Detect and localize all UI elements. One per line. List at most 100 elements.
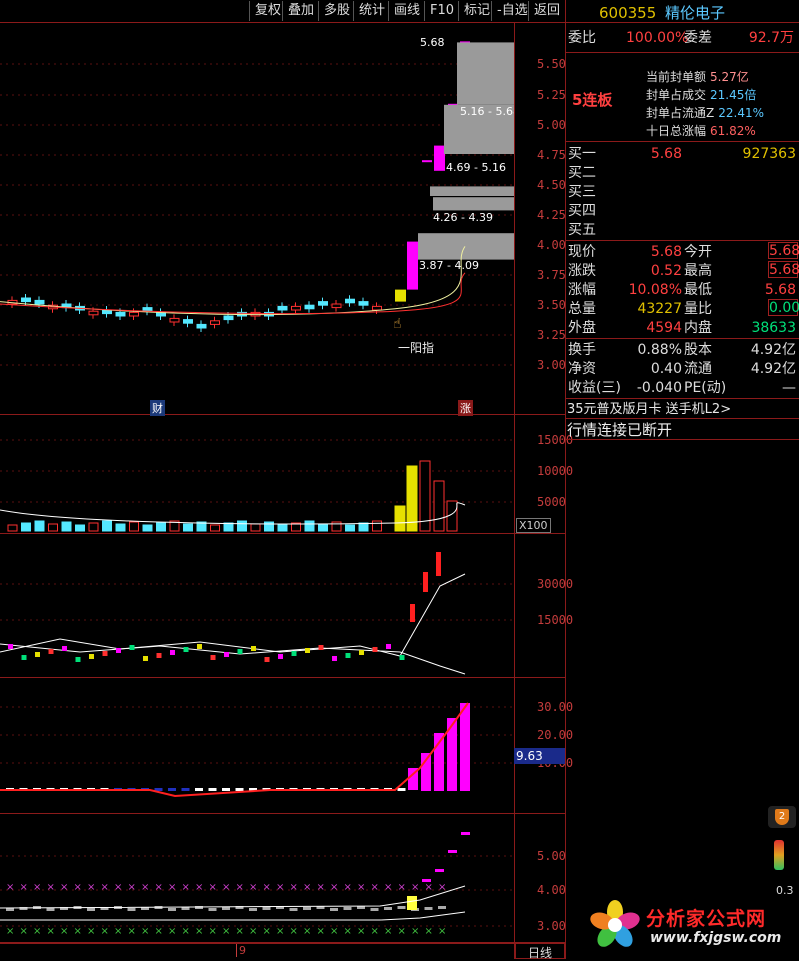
cross-marker: × — [236, 926, 244, 937]
annotation-label: 一阳指 — [398, 341, 435, 355]
axis-tick-label: 3.75 — [537, 268, 566, 282]
indicator2-axis: 30.0020.0010.00 — [515, 678, 573, 813]
month-marker: 9 — [236, 944, 246, 957]
axis-tick-label: 4.00 — [537, 238, 566, 252]
indicator-bar — [249, 908, 257, 911]
indicator-line — [0, 885, 466, 909]
indicator-dot — [399, 655, 405, 660]
indicator-dot — [359, 650, 364, 655]
volume-bar — [250, 523, 261, 532]
axis-tick-label: 4.75 — [537, 148, 566, 162]
quote-label: 最高 — [684, 263, 712, 279]
candle — [196, 320, 207, 332]
indicator-dot — [156, 653, 162, 658]
info-separator — [566, 52, 799, 53]
candle — [169, 314, 180, 326]
indicator-chart-1[interactable] — [0, 534, 514, 677]
fundamental-value: -0.040 — [636, 380, 682, 396]
cross-marker: × — [317, 926, 325, 937]
ad-link[interactable]: 35元普及版月卡 送手机L2> — [567, 400, 731, 420]
period-button[interactable]: 日线 — [515, 943, 565, 960]
volume-bar — [88, 522, 99, 532]
candle — [304, 301, 315, 313]
toolbar-button[interactable]: F10 — [424, 1, 459, 21]
volume-chart[interactable] — [0, 415, 514, 533]
indicator-bar — [370, 908, 379, 911]
cross-marker: × — [317, 882, 325, 893]
indicator-chart-3[interactable]: × × × × × × × × × × × × × × × × × × × × × × × × × × × × × × × × × × × × × × × ×… — [0, 814, 514, 942]
cross-marker: × — [438, 882, 446, 893]
limit-up-marker[interactable]: 涨 — [458, 400, 473, 416]
cross-marker: × — [303, 882, 311, 893]
finance-marker[interactable]: 财 — [150, 400, 165, 416]
seal-stat-label: 封单占流通Z — [646, 106, 715, 120]
indicator-bar — [461, 832, 470, 835]
indicator-dot — [372, 647, 378, 652]
axis-tick-label: 4.25 — [537, 208, 566, 222]
quote-label: 内盘 — [684, 320, 712, 336]
indicator-bar — [384, 907, 392, 910]
gap-box — [457, 42, 514, 105]
quote-label: 总量 — [568, 301, 596, 317]
indicator-bar — [448, 850, 457, 853]
indicator-bar — [235, 788, 244, 791]
indicator-bar — [410, 604, 415, 622]
fundamental-value: — — [782, 380, 796, 396]
cross-marker: × — [371, 926, 379, 937]
volume-bar — [372, 520, 382, 532]
indicator-bar — [87, 908, 95, 911]
toolbar-button[interactable]: 复权 — [249, 1, 286, 21]
ad-text: 35元普及版月卡 送手机L2> — [567, 402, 732, 417]
toolbar-button[interactable]: 叠加 — [282, 1, 319, 21]
axis-tick-label: 4.50 — [537, 178, 566, 192]
lianban-tag: 5连板 — [572, 91, 613, 109]
indicator-bar — [438, 906, 446, 909]
seal-stat-value: 61.82% — [710, 124, 756, 138]
toolbar-button[interactable]: 返回 — [528, 1, 565, 21]
buy-level-price — [626, 163, 682, 183]
axis-tick-label: 3.50 — [537, 298, 566, 312]
toolbar-button[interactable]: -自选 — [491, 1, 533, 21]
indicator-dot — [8, 644, 13, 649]
indicator-dot — [291, 651, 297, 656]
volume-bar — [115, 523, 126, 532]
toolbar-button[interactable]: 画线 — [388, 1, 425, 21]
indicator-dot — [237, 649, 243, 654]
volume-bar — [21, 522, 31, 532]
cross-marker: × — [384, 926, 392, 937]
buy-level-volume — [716, 220, 796, 240]
cross-marker: × — [411, 882, 419, 893]
indicator-dot — [48, 649, 54, 654]
volume-bar — [183, 523, 193, 532]
cross-marker: × — [290, 882, 298, 893]
axis-tick-label: 3.00 — [537, 358, 566, 372]
indicator-dot — [183, 647, 189, 652]
cross-marker: × — [20, 926, 28, 937]
time-axis: 9 — [0, 943, 514, 960]
indicator-bar — [181, 788, 190, 791]
cross-marker: × — [168, 882, 176, 893]
volume-bar — [129, 521, 139, 532]
cross-marker: × — [263, 926, 271, 937]
candle — [102, 306, 112, 318]
indicator-chart-2[interactable] — [0, 678, 514, 813]
volume-unit: X100 — [516, 518, 551, 533]
fundamental-label: 收益(三) — [568, 380, 621, 396]
toolbar-button[interactable]: 标记 — [458, 1, 495, 21]
cross-marker: × — [47, 882, 55, 893]
fundamental-value: 4.92亿 — [750, 342, 796, 358]
indicator-bar — [168, 788, 176, 791]
axis-tick-label: 3.25 — [537, 328, 566, 342]
cross-marker: × — [411, 926, 419, 937]
seal-stat-value: 5.27亿 — [710, 70, 749, 84]
candle — [345, 295, 355, 307]
volume-bar — [345, 524, 355, 532]
toolbar-button[interactable]: 统计 — [353, 1, 390, 21]
toolbar-button[interactable]: 多股 — [318, 1, 355, 21]
buy-level-label: 买一 — [568, 146, 596, 162]
cross-marker: × — [330, 882, 338, 893]
candle — [407, 241, 418, 290]
cross-marker: × — [128, 926, 136, 937]
cross-marker: × — [209, 882, 217, 893]
candlestick-chart[interactable]: 5.68 5.16 - 5.68 4.69 - 5.16 4.26 - 4.39 3.8… — [0, 23, 514, 414]
